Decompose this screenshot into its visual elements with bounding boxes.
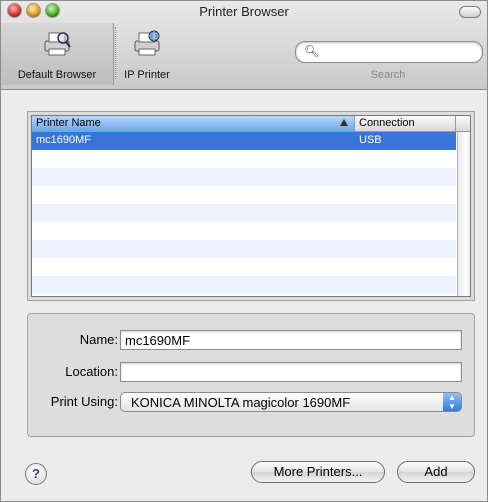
- name-field[interactable]: [120, 330, 462, 350]
- printer-row[interactable]: mc1690MF USB: [32, 132, 456, 150]
- toolbar-toggle-button[interactable]: [459, 6, 481, 18]
- printer-list-group: Printer Name Connection mc1690MF USB: [27, 111, 475, 301]
- printer-details-group: Name: Location: Print Using: KONICA MINO…: [27, 313, 475, 437]
- empty-row: [32, 222, 456, 240]
- print-using-value: KONICA MINOLTA magicolor 1690MF: [131, 395, 351, 410]
- print-using-label: Print Using:: [50, 394, 118, 409]
- popup-arrows-icon: ▲ ▼: [443, 393, 461, 411]
- toolbar-area: Printer Browser Default Browser IP Print…: [1, 1, 487, 90]
- sort-ascending-icon: [340, 119, 348, 126]
- toolbar-default-browser[interactable]: Default Browser: [1, 23, 114, 85]
- location-field[interactable]: [120, 362, 462, 382]
- search-field[interactable]: 🔍︎: [295, 41, 483, 63]
- toolbar-default-browser-label: Default Browser: [17, 69, 97, 81]
- toolbar-ip-printer[interactable]: IP Printer: [113, 23, 181, 81]
- column-header-connection[interactable]: Connection: [355, 116, 456, 131]
- window-title: Printer Browser: [199, 4, 289, 19]
- print-using-popup[interactable]: KONICA MINOLTA magicolor 1690MF ▲ ▼: [120, 392, 462, 412]
- printer-connection-cell: USB: [359, 134, 382, 146]
- list-scrollbar[interactable]: [457, 132, 470, 296]
- empty-row: [32, 204, 456, 222]
- search-label: Search: [370, 69, 406, 81]
- printer-magnifier-icon: [44, 32, 71, 56]
- more-printers-button[interactable]: More Printers...: [251, 461, 385, 483]
- empty-row: [32, 258, 456, 276]
- printer-list[interactable]: Printer Name Connection mc1690MF USB: [31, 115, 471, 297]
- search-input[interactable]: [322, 44, 476, 60]
- search-icon[interactable]: 🔍︎: [304, 44, 319, 58]
- add-button[interactable]: Add: [397, 461, 475, 483]
- printer-name-cell: mc1690MF: [36, 134, 92, 146]
- list-header: Printer Name Connection: [32, 116, 470, 132]
- name-label: Name:: [79, 332, 118, 347]
- empty-row: [32, 276, 456, 294]
- help-button[interactable]: ?: [25, 463, 47, 485]
- network-printer-icon: [134, 30, 160, 56]
- title-bar: Printer Browser: [1, 1, 487, 21]
- empty-row: [32, 168, 456, 186]
- column-header-printer-name[interactable]: Printer Name: [32, 116, 355, 131]
- column-header-connection-label: Connection: [359, 117, 415, 129]
- printer-browser-window: Printer Browser Default Browser IP Print…: [0, 0, 488, 502]
- column-header-printer-name-label: Printer Name: [36, 117, 101, 129]
- empty-row: [32, 186, 456, 204]
- location-label: Location:: [65, 364, 118, 379]
- empty-row: [32, 240, 456, 258]
- toolbar-ip-printer-label: IP Printer: [124, 69, 170, 81]
- empty-row: [32, 150, 456, 168]
